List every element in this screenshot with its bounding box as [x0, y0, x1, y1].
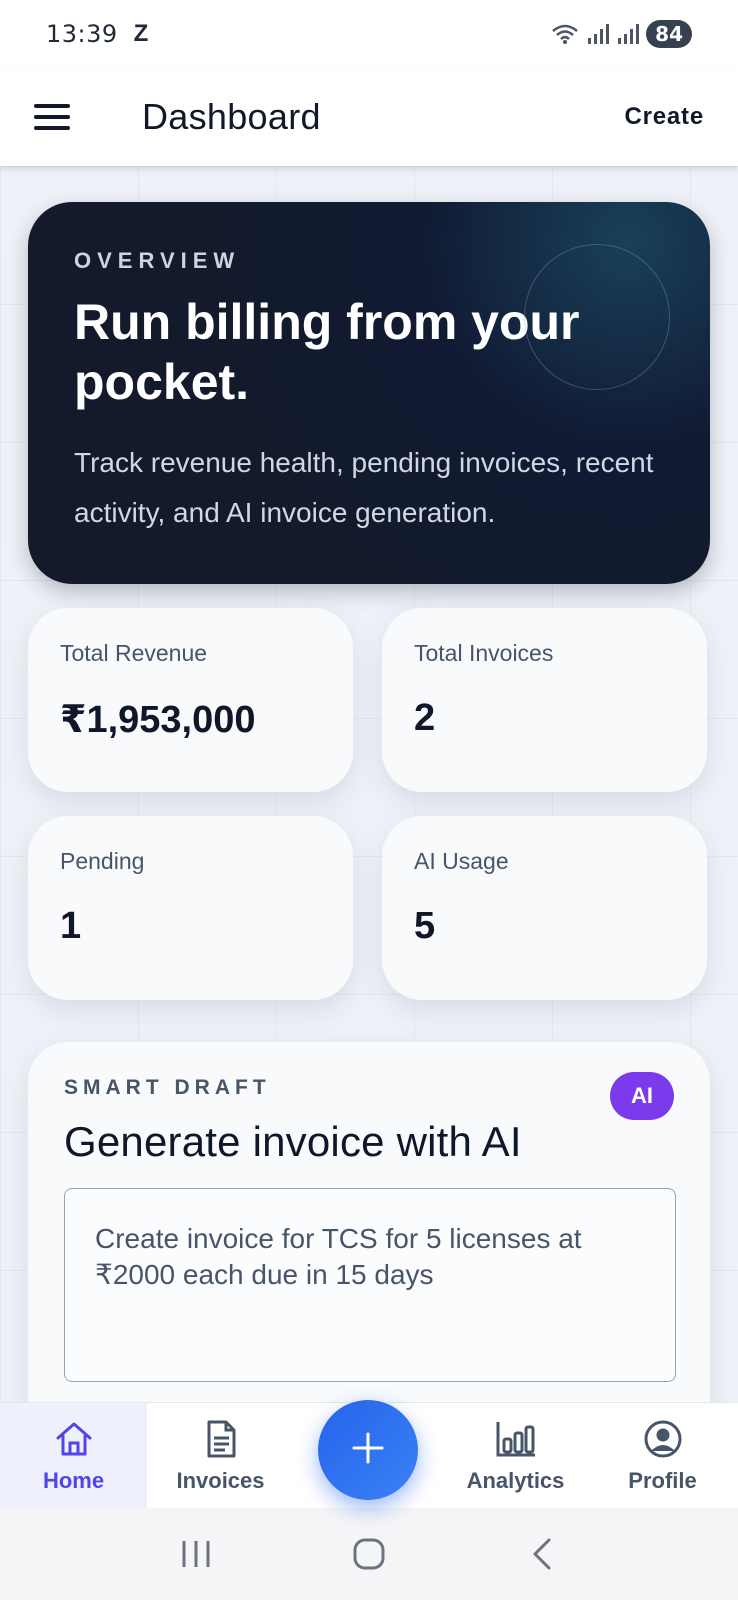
ai-prompt-input[interactable]: Create invoice for TCS for 5 licenses at…	[64, 1188, 676, 1382]
hero-subtitle: Track revenue health, pending invoices, …	[74, 447, 654, 528]
overview-hero-card: OVERVIEW Run billing from your pocket. T…	[28, 202, 710, 584]
status-time: 13:39	[46, 20, 118, 48]
nav-item-analytics[interactable]: Analytics	[442, 1403, 589, 1509]
ai-badge: AI	[610, 1072, 674, 1120]
bar-chart-icon	[494, 1419, 538, 1464]
create-fab-button[interactable]	[318, 1400, 418, 1500]
smart-draft-title: Generate invoice with AI	[64, 1118, 522, 1165]
stat-value: ₹1,953,000	[60, 699, 256, 741]
stat-value: 2	[414, 697, 436, 739]
stat-label: AI Usage	[414, 848, 509, 874]
status-icons: 84	[550, 20, 692, 48]
nav-label: Analytics	[466, 1467, 565, 1493]
decorative-ring	[524, 244, 670, 390]
stat-value: 5	[414, 905, 436, 947]
stat-label: Pending	[60, 848, 145, 874]
home-icon	[53, 1419, 95, 1464]
smart-draft-card: SMART DRAFT Generate invoice with AI AI …	[28, 1042, 710, 1402]
stat-card-ai-usage[interactable]: AI Usage 5	[382, 816, 707, 1000]
profile-icon	[643, 1419, 683, 1464]
signal-icon	[586, 22, 610, 46]
nav-item-invoices[interactable]: Invoices	[147, 1403, 294, 1509]
home-system-icon[interactable]	[339, 1524, 399, 1584]
stat-card-total-revenue[interactable]: Total Revenue ₹1,953,000	[28, 608, 353, 792]
plus-icon	[350, 1430, 386, 1471]
page-title: Dashboard	[142, 96, 321, 137]
nav-label: Profile	[628, 1467, 697, 1493]
battery-icon: 84	[646, 20, 692, 48]
stat-value: 1	[60, 905, 82, 947]
back-icon[interactable]	[512, 1524, 572, 1584]
app-bar: Dashboard Create	[0, 68, 738, 166]
create-button[interactable]: Create	[624, 103, 704, 131]
status-carrier: Z	[133, 20, 149, 47]
stat-label: Total Revenue	[60, 640, 208, 666]
recent-apps-icon[interactable]	[166, 1524, 226, 1584]
signal-icon	[616, 22, 640, 46]
stat-label: Total Invoices	[414, 640, 554, 666]
nav-label: Invoices	[176, 1467, 265, 1493]
nav-label: Home	[42, 1467, 105, 1493]
nav-item-profile[interactable]: Profile	[589, 1403, 736, 1509]
status-bar: 13:39 Z 84	[0, 0, 738, 68]
system-nav-bar	[0, 1508, 738, 1600]
menu-icon[interactable]	[34, 97, 74, 137]
stat-card-total-invoices[interactable]: Total Invoices 2	[382, 608, 707, 792]
wifi-icon	[550, 22, 580, 46]
dashboard-content[interactable]: OVERVIEW Run billing from your pocket. T…	[0, 166, 738, 1402]
nav-item-home[interactable]: Home	[0, 1403, 147, 1509]
stat-card-pending[interactable]: Pending 1	[28, 816, 353, 1000]
smart-draft-eyebrow: SMART DRAFT	[64, 1076, 271, 1099]
document-icon	[203, 1419, 239, 1464]
